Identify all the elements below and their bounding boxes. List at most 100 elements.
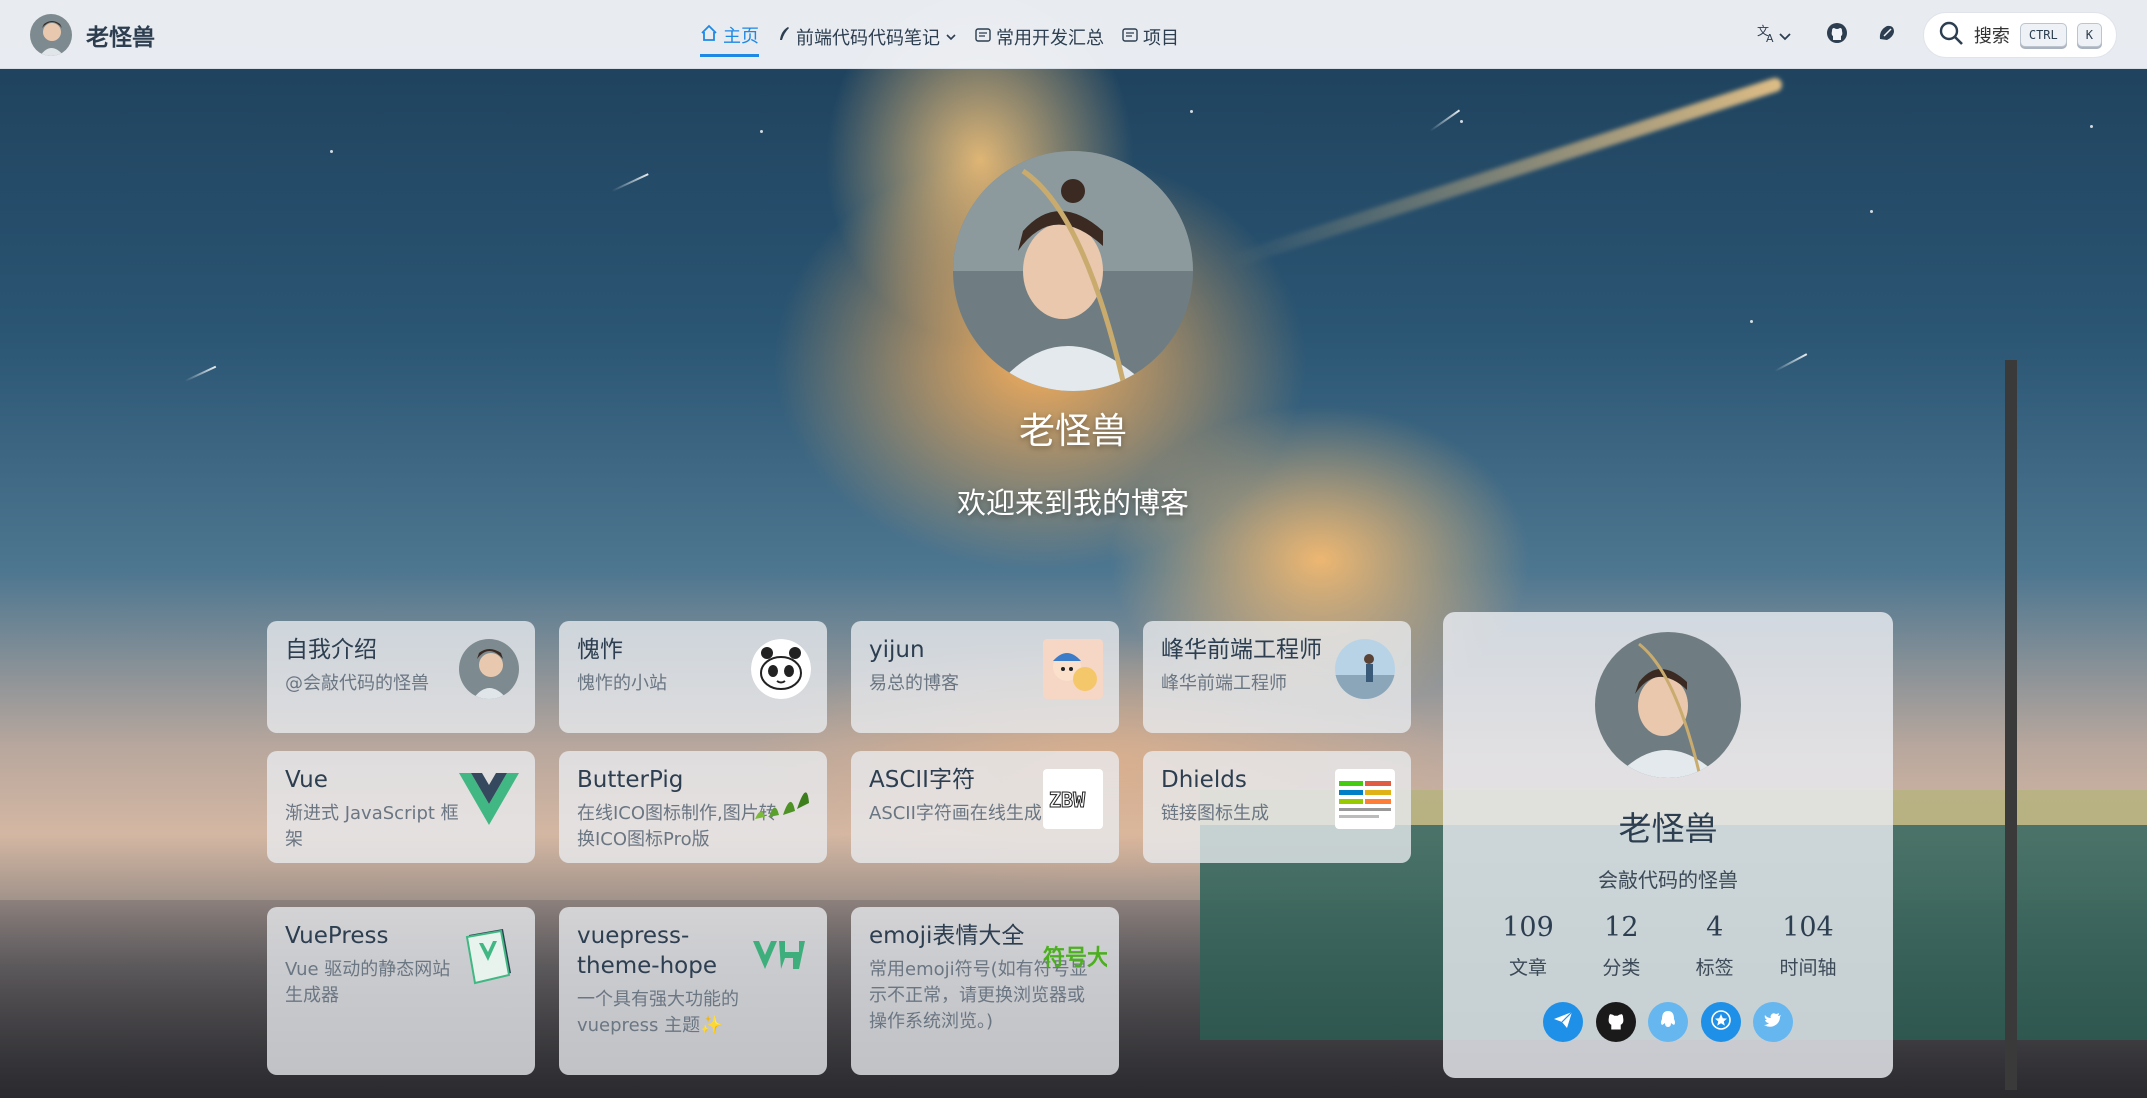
vh-logo	[751, 925, 811, 985]
utility-pole	[2005, 360, 2017, 1090]
nav-item-label: 前端代码代码笔记	[796, 27, 940, 49]
stat-label: 分类	[1602, 957, 1641, 979]
card-title: ButterPig	[577, 767, 684, 793]
social-telegram[interactable]	[1543, 1002, 1583, 1042]
card-emoji[interactable]: emoji表情大全 常用emoji符号(如有符号显示不正常，请更换浏览器或操作系…	[851, 907, 1119, 1075]
profile-desc: 会敲代码的怪兽	[1598, 868, 1738, 892]
nav-links: 主页 前端代码代码笔记 常用开发汇总 项目	[700, 22, 1179, 57]
translate-icon: 文A	[1756, 22, 1778, 48]
card-title: vuepress-theme-hope	[577, 923, 717, 979]
stat-articles[interactable]: 109 文章	[1488, 912, 1568, 980]
star	[330, 150, 333, 153]
chevron-down-icon	[1778, 26, 1792, 45]
qq-icon	[1657, 1009, 1679, 1035]
card-desc: 峰华前端工程师	[1161, 673, 1287, 694]
person-logo	[1335, 639, 1395, 699]
card-yijun[interactable]: yijun 易总的博客	[851, 621, 1119, 733]
card-fenghua[interactable]: 峰华前端工程师 峰华前端工程师	[1143, 621, 1411, 733]
card-title: 愧怍	[577, 637, 623, 663]
fuhao-logo-text: 符号大全	[1043, 945, 1107, 971]
github-icon	[1826, 22, 1848, 48]
stat-label: 标签	[1695, 957, 1734, 979]
fuhao-logo: 符号大全	[1043, 925, 1107, 985]
card-title: ASCII字符	[869, 767, 975, 793]
chevron-down-icon	[945, 26, 957, 47]
stat-number: 109	[1502, 912, 1554, 943]
card-desc: Vue 驱动的静态网站生成器	[285, 959, 451, 1006]
social-qq[interactable]	[1648, 1002, 1688, 1042]
profile-name: 老怪兽	[1618, 809, 1718, 848]
profile-avatar	[1595, 632, 1741, 778]
card-dhields[interactable]: Dhields 链接图标生成	[1143, 751, 1411, 863]
card-title: Vue	[285, 767, 328, 793]
card-desc: 链接图标生成	[1161, 803, 1269, 824]
hero-name: 老怪兽	[1018, 411, 1127, 452]
badges-logo	[1335, 769, 1395, 829]
card-kuizuo[interactable]: 愧怍 愧怍的小站	[559, 621, 827, 733]
hero-tagline: 欢迎来到我的博客	[956, 486, 1189, 520]
stat-categories[interactable]: 12 分类	[1581, 912, 1661, 980]
card-butterpig[interactable]: ButterPig 在线ICO图标制作,图片转换ICO图标Pro版	[559, 751, 827, 863]
vuepress-logo	[459, 925, 519, 985]
stat-label: 文章	[1508, 957, 1547, 979]
home-icon	[700, 24, 718, 47]
search-box[interactable]: 搜索 CTRL K	[1922, 12, 2117, 58]
card-vue[interactable]: Vue 渐进式 JavaScript 框架	[267, 751, 535, 863]
vue-logo	[459, 769, 519, 829]
leaves-logo	[751, 769, 811, 829]
language-selector[interactable]: 文A	[1747, 21, 1801, 49]
nav-item-frontend-notes[interactable]: 前端代码代码笔记	[777, 22, 957, 57]
social-twitter[interactable]	[1753, 1002, 1793, 1042]
nav-item-dev-summary[interactable]: 常用开发汇总	[975, 22, 1104, 57]
nav-item-home[interactable]: 主页	[700, 22, 759, 57]
card-desc: 愧怍的小站	[577, 673, 667, 694]
brand-name: 老怪兽	[86, 25, 155, 51]
card-desc: 渐进式 JavaScript 框架	[285, 803, 459, 850]
stat-tags[interactable]: 4 标签	[1675, 912, 1755, 980]
twitter-icon	[1762, 1009, 1784, 1035]
svg-text:A: A	[1766, 32, 1774, 44]
stat-label: 时间轴	[1779, 957, 1837, 979]
pen-icon	[777, 26, 791, 47]
social-github[interactable]	[1595, 1002, 1636, 1042]
brand[interactable]: 老怪兽	[30, 14, 155, 56]
card-title: emoji表情大全	[869, 923, 1025, 949]
stat-timeline[interactable]: 104 时间轴	[1768, 912, 1848, 980]
profile-card: 老怪兽 会敲代码的怪兽 109 文章 12 分类 4 标签 104 时间轴	[1443, 612, 1893, 1078]
nav-item-label: 常用开发汇总	[996, 27, 1104, 49]
nav-right: 文A 搜索 CTRL K	[1747, 12, 2117, 58]
star	[2090, 125, 2093, 128]
nav-item-label: 主页	[723, 26, 759, 47]
social-links	[1543, 1002, 1793, 1042]
star	[1190, 110, 1193, 113]
card-desc: 易总的博客	[869, 673, 959, 694]
shortcut-key-k: K	[2076, 23, 2102, 47]
shortcut-key-ctrl: CTRL	[2019, 23, 2067, 47]
star	[1870, 210, 1873, 213]
card-title: 自我介绍	[285, 637, 377, 663]
nav-item-label: 项目	[1143, 27, 1179, 49]
stat-number: 12	[1604, 912, 1639, 943]
card-title: VuePress	[285, 923, 389, 949]
theme-toggle[interactable]	[1873, 21, 1901, 49]
cartoon-logo	[1043, 639, 1103, 699]
card-desc: ASCII字符画在线生成	[869, 803, 1042, 824]
card-vuepress-theme-hope[interactable]: vuepress-theme-hope 一个具有强大功能的 vuepress 主…	[559, 907, 827, 1075]
social-star[interactable]	[1700, 1002, 1741, 1042]
brand-avatar	[30, 14, 72, 56]
note-icon	[1122, 26, 1138, 47]
paper-plane-icon	[1552, 1009, 1574, 1035]
card-self-intro[interactable]: 自我介绍 @会敲代码的怪兽	[267, 621, 535, 733]
nav-item-projects[interactable]: 项目	[1122, 22, 1179, 57]
hero-avatar	[953, 151, 1193, 391]
card-ascii[interactable]: ASCII字符 ASCII字符画在线生成 ZBW	[851, 751, 1119, 863]
avatar-logo	[459, 639, 519, 699]
card-desc: 一个具有强大功能的 vuepress 主题✨	[577, 989, 739, 1036]
card-title: Dhields	[1161, 767, 1247, 793]
stat-number: 4	[1706, 912, 1724, 943]
github-link[interactable]	[1823, 21, 1851, 49]
card-vuepress[interactable]: VuePress Vue 驱动的静态网站生成器	[267, 907, 535, 1075]
ascii-logo: ZBW	[1043, 769, 1103, 829]
panda-logo	[751, 639, 811, 699]
search-icon	[1938, 20, 1964, 50]
